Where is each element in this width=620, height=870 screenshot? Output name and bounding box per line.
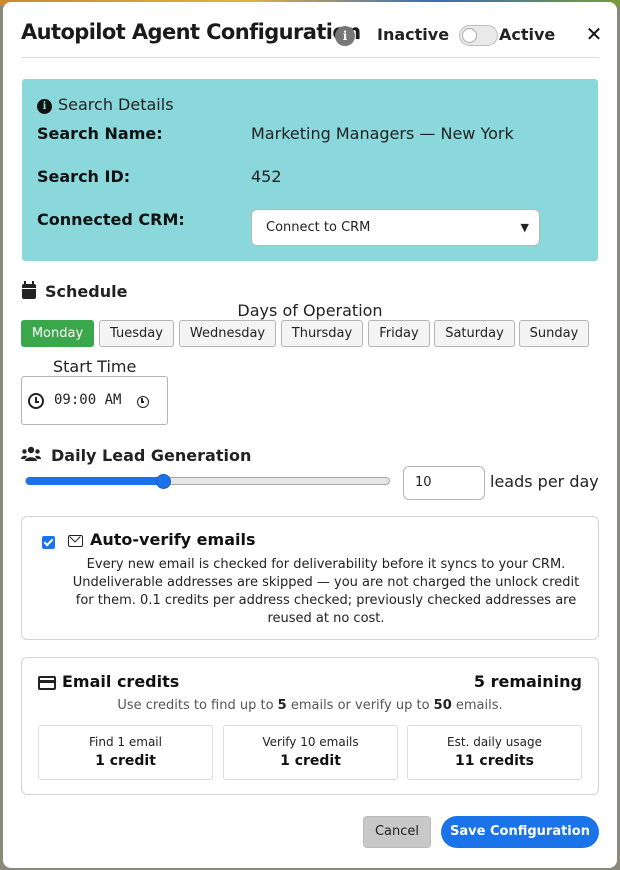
search-details-panel: i Search Details Search Name: Marketing M… bbox=[22, 79, 598, 261]
search-name-value: Marketing Managers — New York bbox=[251, 124, 514, 143]
search-id-value: 452 bbox=[251, 167, 282, 186]
search-id-label: Search ID: bbox=[37, 167, 131, 186]
toggle-knob bbox=[462, 28, 477, 43]
credit-card-value: 1 credit bbox=[95, 753, 156, 769]
modal-header: Autopilot Agent Configuration i Inactive… bbox=[21, 16, 602, 58]
auto-verify-checkbox[interactable] bbox=[42, 536, 55, 549]
day-button-friday[interactable]: Friday bbox=[368, 320, 430, 347]
leads-per-day-unit: leads per day bbox=[490, 472, 599, 491]
credits-hint-prefix: Use credits to find up to bbox=[117, 698, 278, 713]
credit-card-verify: Verify 10 emails 1 credit bbox=[223, 725, 398, 780]
start-time-input[interactable]: 09:00 AM bbox=[21, 376, 168, 425]
leads-per-day-input[interactable]: 10 bbox=[403, 466, 485, 500]
close-button[interactable]: ✕ bbox=[583, 22, 605, 46]
crm-select-value: Connect to CRM bbox=[266, 220, 371, 235]
start-time-caption: Start Time bbox=[53, 357, 137, 376]
schedule-heading: Schedule bbox=[45, 282, 128, 301]
leads-slider-track[interactable] bbox=[25, 477, 390, 485]
agent-config-modal: Autopilot Agent Configuration i Inactive… bbox=[3, 2, 617, 868]
credits-hint-suffix: emails. bbox=[451, 698, 503, 713]
credit-card-icon bbox=[38, 676, 56, 690]
credit-card-daily-usage: Est. daily usage 11 credits bbox=[407, 725, 582, 780]
credits-hint-find: 5 bbox=[277, 698, 287, 713]
day-button-wednesday[interactable]: Wednesday bbox=[179, 320, 276, 347]
day-button-saturday[interactable]: Saturday bbox=[434, 320, 515, 347]
daily-lead-generation-heading: Daily Lead Generation bbox=[51, 446, 252, 465]
info-icon: i bbox=[37, 99, 52, 114]
credits-hint: Use credits to find up to 5 emails or ve… bbox=[22, 698, 598, 713]
auto-verify-description: Every new email is checked for deliverab… bbox=[72, 557, 580, 626]
users-icon bbox=[21, 446, 41, 461]
info-icon[interactable]: i bbox=[335, 26, 355, 46]
toggle-inactive-label: Inactive bbox=[377, 25, 450, 44]
email-credits-title: Email credits bbox=[62, 672, 180, 691]
time-picker-icon[interactable] bbox=[137, 396, 149, 408]
credit-card-value: 1 credit bbox=[280, 753, 341, 769]
day-button-sunday[interactable]: Sunday bbox=[519, 320, 589, 347]
email-credits-panel: Email credits 5 remaining Use credits to… bbox=[21, 657, 599, 795]
days-of-operation-caption: Days of Operation bbox=[237, 301, 383, 320]
credits-hint-middle: emails or verify up to bbox=[286, 698, 434, 713]
search-details-heading: i Search Details bbox=[37, 95, 174, 114]
clock-icon bbox=[28, 393, 44, 409]
start-time-value: 09:00 AM bbox=[54, 392, 122, 408]
leads-slider-thumb[interactable] bbox=[155, 474, 171, 489]
credit-card-value: 11 credits bbox=[455, 753, 534, 769]
credits-remaining: 5 remaining bbox=[473, 672, 582, 691]
search-details-heading-text: Search Details bbox=[58, 95, 174, 114]
credit-card-label: Find 1 email bbox=[89, 735, 162, 749]
auto-verify-panel: Auto-verify emails Every new email is ch… bbox=[21, 516, 599, 640]
active-toggle[interactable] bbox=[459, 25, 498, 46]
connected-crm-label: Connected CRM: bbox=[37, 210, 185, 229]
save-configuration-button[interactable]: Save Configuration bbox=[441, 816, 599, 848]
search-name-label: Search Name: bbox=[37, 124, 163, 143]
credits-hint-verify: 50 bbox=[433, 698, 452, 713]
cancel-button[interactable]: Cancel bbox=[363, 816, 431, 848]
toggle-active-label: Active bbox=[499, 25, 556, 44]
modal-title: Autopilot Agent Configuration bbox=[21, 20, 361, 44]
crm-select[interactable]: Connect to CRM ▼ bbox=[251, 209, 540, 246]
day-button-thursday[interactable]: Thursday bbox=[281, 320, 363, 347]
day-button-tuesday[interactable]: Tuesday bbox=[99, 320, 174, 347]
day-button-monday[interactable]: Monday bbox=[21, 320, 94, 347]
calendar-icon bbox=[22, 281, 36, 299]
envelope-icon bbox=[68, 535, 83, 547]
auto-verify-title: Auto-verify emails bbox=[90, 530, 256, 549]
credit-card-label: Est. daily usage bbox=[447, 735, 542, 749]
chevron-down-icon: ▼ bbox=[520, 221, 529, 234]
leads-slider-fill bbox=[26, 477, 165, 485]
credit-card-label: Verify 10 emails bbox=[262, 735, 359, 749]
credit-card-find: Find 1 email 1 credit bbox=[38, 725, 213, 780]
